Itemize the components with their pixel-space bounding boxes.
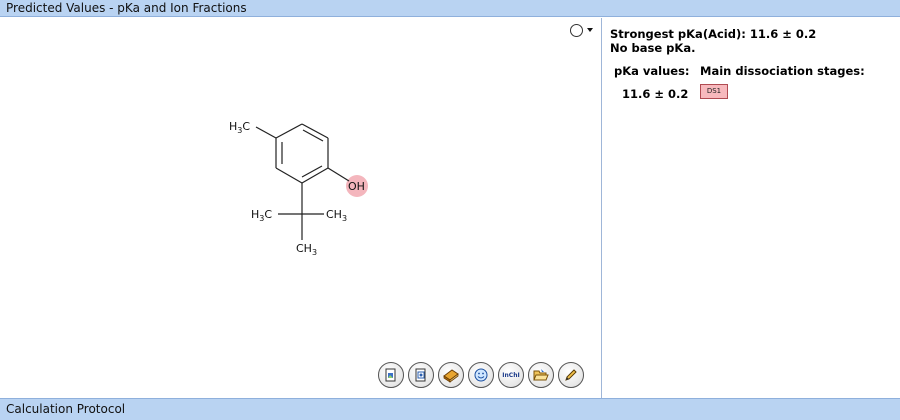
calculation-protocol-label: Calculation Protocol [6, 402, 126, 416]
inchi-button[interactable]: InChI [498, 362, 524, 388]
smiley-button[interactable] [468, 362, 494, 388]
ds1-stage-button[interactable]: DS1 [700, 84, 728, 99]
inchi-icon: InChI [502, 371, 520, 379]
pka-value: 11.6 ± 0.2 [622, 87, 689, 101]
copy-image-icon [385, 368, 396, 382]
oh-label: OH [348, 180, 365, 193]
window-title-bar: Predicted Values - pKa and Ion Fractions [0, 0, 900, 17]
calculation-protocol-bar[interactable]: Calculation Protocol [0, 398, 900, 420]
book-icon [443, 369, 459, 383]
copy-structure-button[interactable] [408, 362, 434, 388]
methyl-top-label: H3C [229, 120, 250, 135]
methyl-left-label: H3C [251, 208, 272, 223]
structure-toolbar: InChI [378, 362, 584, 392]
dissociation-stages-header: Main dissociation stages: [700, 64, 865, 78]
copy-structure-icon [415, 368, 426, 382]
strongest-pka-text: Strongest pKa(Acid): 11.6 ± 0.2 [610, 27, 817, 41]
reference-book-button[interactable] [438, 362, 464, 388]
molecule-structure: H3C OH H3C CH3 CH3 [229, 120, 368, 257]
window-title: Predicted Values - pKa and Ion Fractions [6, 1, 247, 15]
edit-pencil-button[interactable] [558, 362, 584, 388]
methyl-bottom-label: CH3 [296, 242, 317, 257]
copy-image-button[interactable] [378, 362, 404, 388]
structure-pane: H3C OH H3C CH3 CH3 InChI [0, 18, 602, 398]
no-base-pka-text: No base pKa. [610, 41, 696, 55]
open-folder-icon [533, 369, 549, 381]
pka-values-header: pKa values: [614, 64, 690, 78]
main-area: H3C OH H3C CH3 CH3 InChI Strongest pKa(A… [0, 18, 900, 398]
methyl-right-label: CH3 [326, 208, 347, 223]
smiley-icon [474, 368, 488, 382]
benzene-ring [255, 123, 350, 240]
results-pane: Strongest pKa(Acid): 11.6 ± 0.2 No base … [603, 18, 900, 398]
open-folder-button[interactable] [528, 362, 554, 388]
pencil-icon [565, 369, 577, 381]
